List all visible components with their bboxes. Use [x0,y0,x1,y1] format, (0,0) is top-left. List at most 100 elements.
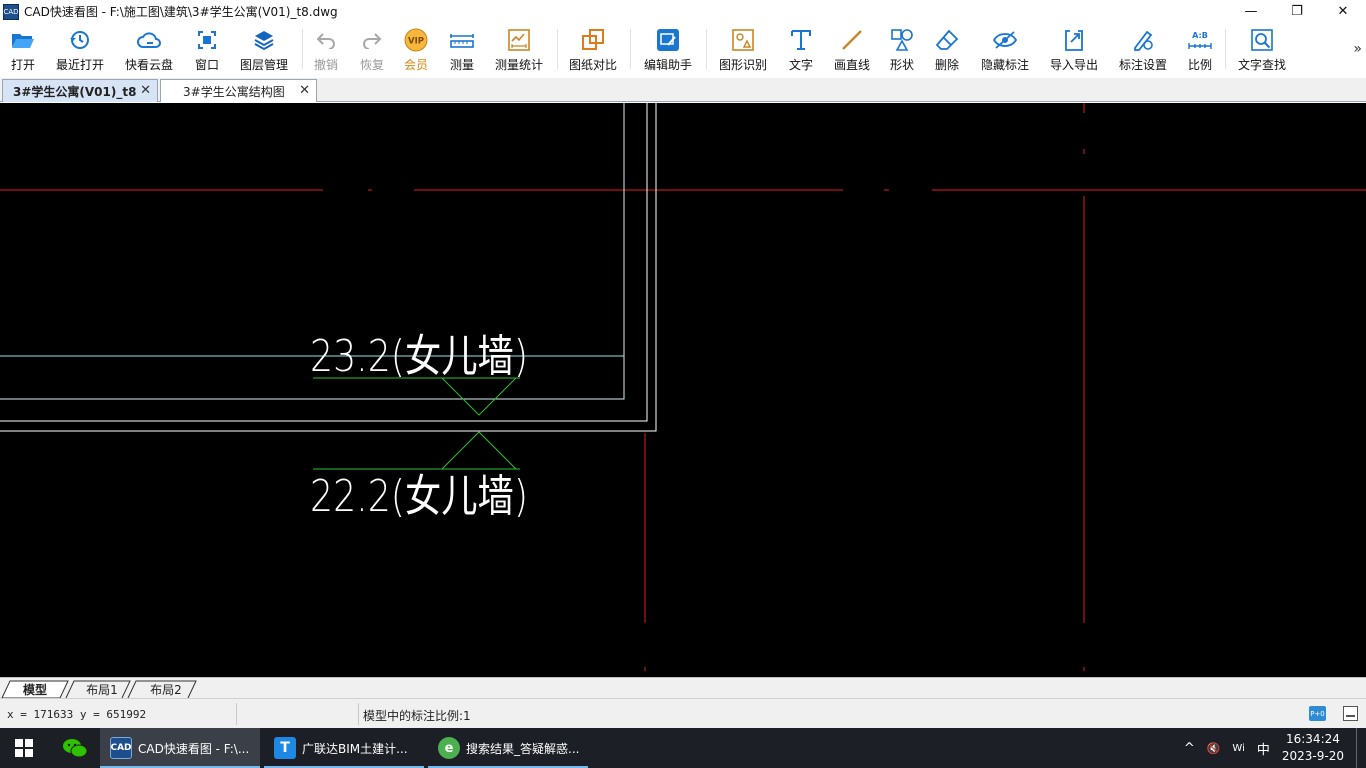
system-tray: ^ 🔇 Wi 中 16:34:24 2023-9-20 [1178,728,1366,768]
status-bar: x = 171633 y = 651992 模型中的标注比例:1 P+0 [0,698,1366,728]
browser-app-icon: e [438,737,460,759]
shape-tool-button[interactable]: 形状 [888,27,916,75]
import-export-button[interactable]: 导入导出 [1047,27,1101,75]
edit-assistant-label: 编辑助手 [643,58,692,72]
eraser-icon [934,27,960,53]
status-divider [236,703,237,725]
windows-logo-icon [15,739,33,757]
history-icon [67,27,93,53]
toolbar-more-button[interactable]: » [1353,41,1362,57]
minimize-button[interactable]: — [1228,0,1274,23]
cursor-coordinates: x = 171633 y = 651992 [7,708,147,721]
hide-annotation-button[interactable]: 隐藏标注 [979,27,1031,75]
layer-manager-label: 图层管理 [239,58,288,72]
tab-student-apartment-t8[interactable]: 3#学生公寓(V01)_t8 ✕ [2,79,158,102]
shape-recognition-label: 图形识别 [718,58,767,72]
show-desktop-button[interactable] [1356,728,1366,768]
import-export-icon [1061,27,1087,53]
delete-button[interactable]: 删除 [933,27,961,75]
annotation-settings-label: 标注设置 [1118,58,1167,72]
hide-eye-icon [992,27,1018,53]
cloud-disk-button[interactable]: 快看云盘 [122,27,176,75]
taskbar-browser-search[interactable]: e 搜索结果_答疑解惑... [428,728,588,768]
document-tabs: 3#学生公寓(V01)_t8 ✕ 3#学生公寓结构图 ✕ [0,78,1366,102]
line-icon [839,27,865,53]
layout-tab-2[interactable]: 布局2 [140,680,192,698]
layout-tab-model[interactable]: 模型 [10,680,60,698]
tab-close-icon[interactable]: ✕ [140,83,151,98]
tab-close-icon[interactable]: ✕ [299,83,310,98]
open-label: 打开 [10,58,35,72]
scale-label: 比例 [1187,58,1212,72]
plugin-icon[interactable]: P+0 [1309,706,1326,721]
taskbar-glodon-bim[interactable]: T 广联达BIM土建计... [264,728,424,768]
shape-recognition-button[interactable]: 图形识别 [717,27,769,75]
wechat-taskbar-button[interactable] [52,728,98,768]
measure-stats-button[interactable]: 测量统计 [493,27,545,75]
app-logo-icon: CAD [3,3,19,20]
scale-button[interactable]: A:B 比例 [1186,27,1214,75]
recent-open-label: 最近打开 [55,58,104,72]
window-title: CAD快速看图 - F:\施工图\建筑\3#学生公寓(V01)_t8.dwg [24,5,338,19]
shape-icon [889,27,915,53]
window-button[interactable]: 窗口 [192,27,222,75]
recent-open-button[interactable]: 最近打开 [54,27,106,75]
text-tool-button[interactable]: 文字 [787,27,815,75]
import-export-label: 导入导出 [1049,58,1098,72]
vip-button[interactable]: VIP 会员 [401,27,431,75]
cloud-disk-label: 快看云盘 [124,58,173,72]
ruler-icon [449,27,475,53]
layout-tab-1[interactable]: 布局1 [76,680,128,698]
volume-muted-icon[interactable]: 🔇 [1207,742,1221,755]
redo-icon [359,27,385,53]
elevation-triangle-bottom [441,431,517,470]
svg-text:A:B: A:B [1192,31,1208,40]
draw-line-button[interactable]: 画直线 [832,27,872,75]
annotation-settings-button[interactable]: 标注设置 [1117,27,1169,75]
taskbar-app-label: 搜索结果_答疑解惑... [466,741,580,756]
undo-button[interactable]: 撤销 [311,27,341,75]
tab-structure-drawing[interactable]: 3#学生公寓结构图 ✕ [160,79,317,102]
shape-tool-label: 形状 [889,58,914,72]
tab-label: 3#学生公寓结构图 [183,84,285,99]
edit-assistant-icon [655,27,681,53]
delete-label: 删除 [934,58,959,72]
compare-icon [580,27,606,53]
title-bar: CAD CAD快速看图 - F:\施工图\建筑\3#学生公寓(V01)_t8.d… [0,0,1366,23]
system-clock[interactable]: 16:34:24 2023-9-20 [1282,731,1344,765]
hide-annotation-label: 隐藏标注 [980,58,1029,72]
toolbar-divider [706,29,707,69]
drawing-compare-button[interactable]: 图纸对比 [567,27,619,75]
glodon-app-icon: T [274,737,296,759]
elevation-triangle-top [441,377,517,416]
cloud-icon [136,27,162,53]
drawing-canvas[interactable]: 23.2(女儿墙) 22.2(女儿墙) [0,103,1366,677]
taskbar-cad-viewer[interactable]: CAD CAD快速看图 - F:\... [100,728,260,768]
cad-drawing[interactable]: 23.2(女儿墙) 22.2(女儿墙) [0,103,1366,677]
vip-icon: VIP [403,27,429,53]
start-button[interactable] [0,728,48,768]
network-icon[interactable]: Wi [1232,743,1244,754]
redo-button[interactable]: 恢复 [357,27,387,75]
draw-line-label: 画直线 [833,58,870,72]
tray-chevron-icon[interactable]: ^ [1184,741,1195,756]
svg-text:VIP: VIP [408,37,424,47]
edit-assistant-button[interactable]: 编辑助手 [642,27,694,75]
measure-button[interactable]: 测量 [447,27,477,75]
shape-recognition-icon [730,27,756,53]
text-search-button[interactable]: 文字查找 [1236,27,1288,75]
minimize-panel-icon[interactable] [1343,706,1358,721]
input-method-indicator[interactable]: 中 [1257,739,1270,758]
layer-manager-button[interactable]: 图层管理 [237,27,291,75]
maximize-button[interactable]: ❐ [1274,0,1320,23]
text-search-label: 文字查找 [1237,58,1286,72]
elevation-label-23-2: 23.2(女儿墙) [310,331,528,382]
measure-stats-label: 测量统计 [494,58,543,72]
open-button[interactable]: 打开 [6,27,40,75]
close-button[interactable]: ✕ [1320,0,1366,23]
measure-stats-icon [506,27,532,53]
elevation-label-22-2: 22.2(女儿墙) [310,471,528,522]
windows-taskbar: CAD CAD快速看图 - F:\... T 广联达BIM土建计... e 搜索… [0,728,1366,768]
window-icon [194,27,220,53]
clock-date: 2023-9-20 [1281,749,1344,763]
